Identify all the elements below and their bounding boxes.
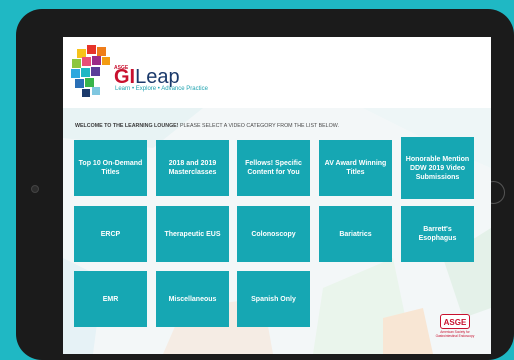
asge-logo-caption: American Society for Gastrointestinal En…	[435, 330, 475, 338]
tile-masterclasses[interactable]: 2018 and 2019 Masterclasses	[156, 140, 229, 196]
header: ASGE GILeap Learn • Explore • Advance Pr…	[63, 37, 491, 108]
tile-top-10-on-demand[interactable]: Top 10 On-Demand Titles	[74, 140, 147, 196]
welcome-message: WELCOME TO THE LEARNING LOUNGE! PLEASE S…	[75, 123, 339, 129]
brand-leap: Leap	[135, 66, 180, 88]
app-screen: ASGE GILeap Learn • Explore • Advance Pr…	[63, 37, 491, 354]
asge-logo-label: ASGE	[440, 314, 470, 329]
tile-ercp[interactable]: ERCP	[74, 206, 147, 262]
tile-barretts-esophagus[interactable]: Barrett's Esophagus	[401, 206, 474, 262]
welcome-bold: WELCOME TO THE LEARNING LOUNGE!	[75, 123, 179, 129]
asge-logo: ASGE American Society for Gastrointestin…	[433, 314, 477, 346]
brand-gi: GI	[114, 66, 136, 88]
tile-spanish-only[interactable]: Spanish Only	[237, 271, 310, 327]
tile-emr[interactable]: EMR	[74, 271, 147, 327]
tile-therapeutic-eus[interactable]: Therapeutic EUS	[156, 206, 229, 262]
tile-bariatrics[interactable]: Bariatrics	[319, 206, 392, 262]
welcome-instruction: PLEASE SELECT A VIDEO CATEGORY FROM THE …	[178, 123, 339, 129]
tablet-frame: ASGE GILeap Learn • Explore • Advance Pr…	[16, 9, 514, 360]
tile-miscellaneous[interactable]: Miscellaneous	[156, 271, 229, 327]
main-content: WELCOME TO THE LEARNING LOUNGE! PLEASE S…	[63, 108, 491, 354]
tile-fellows-content[interactable]: Fellows! Specific Content for You	[237, 140, 310, 196]
tile-av-award[interactable]: AV Award Winning Titles	[319, 140, 392, 196]
tile-honorable-mention[interactable]: Honorable Mention DDW 2019 Video Submiss…	[401, 137, 474, 199]
tagline: Learn • Explore • Advance Practice	[115, 86, 208, 92]
brand-title: GILeap	[114, 67, 180, 87]
tile-colonoscopy[interactable]: Colonoscopy	[237, 206, 310, 262]
camera-icon	[31, 185, 39, 193]
